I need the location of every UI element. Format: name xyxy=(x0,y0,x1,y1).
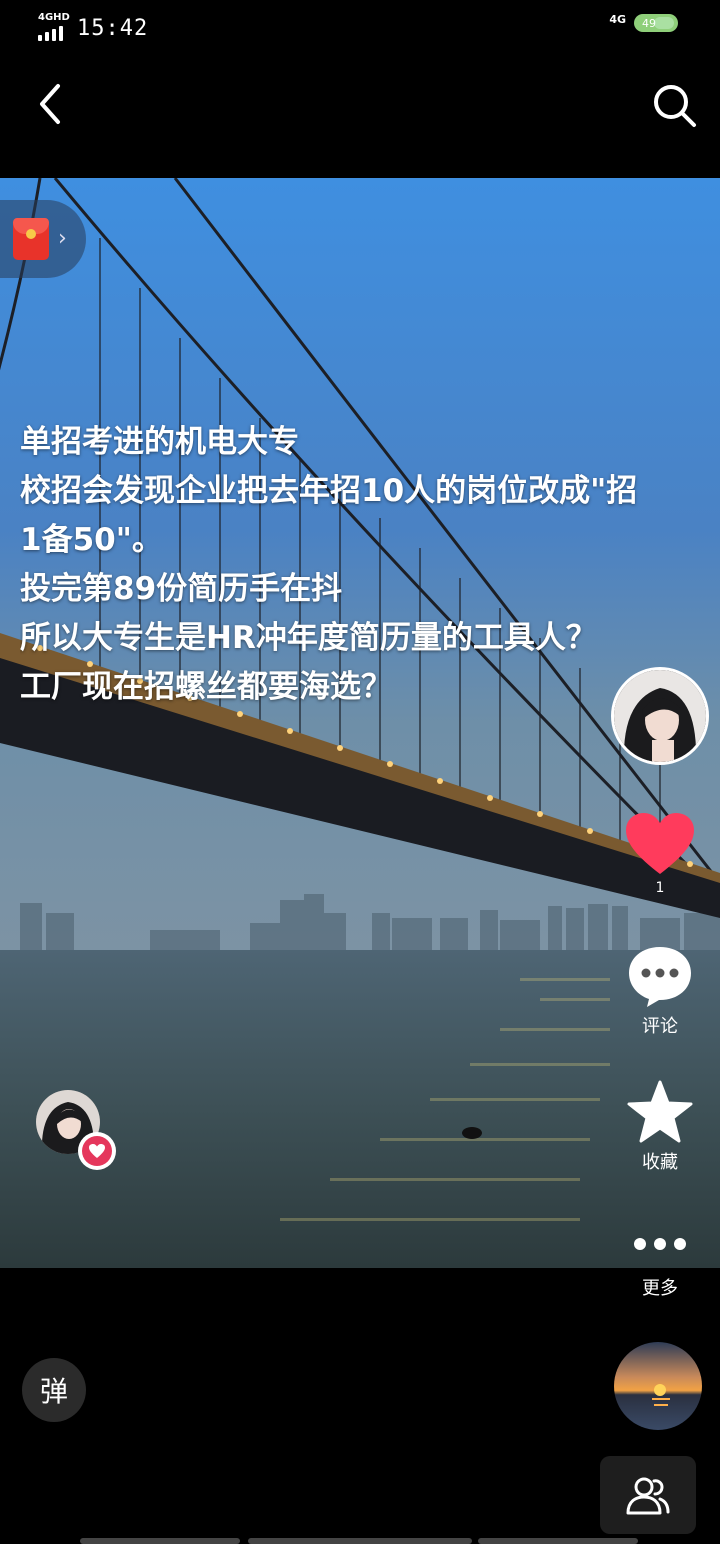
status-left: 4GHD 15:42 xyxy=(38,12,148,41)
friends-button[interactable] xyxy=(600,1456,696,1534)
caption-line: 校招会发现企业把去年招10人的岗位改成"招 xyxy=(20,473,638,509)
danmaku-toggle-button[interactable]: 弹 xyxy=(22,1358,86,1422)
heart-icon xyxy=(89,1144,105,1158)
avatar-image xyxy=(614,670,706,762)
danmaku-label: 弹 xyxy=(39,1375,68,1408)
signal-icon xyxy=(38,26,63,41)
more-button[interactable]: 更多 xyxy=(620,1230,700,1300)
caption-line: 单招考进的机电大专 xyxy=(20,424,299,460)
music-disc[interactable] xyxy=(614,1342,702,1430)
like-button[interactable]: 1 xyxy=(620,812,700,896)
status-bar: 4GHD 15:42 4G 49 xyxy=(0,0,720,56)
people-icon xyxy=(626,1477,670,1515)
comment-label: 评论 xyxy=(642,1016,678,1037)
progress-track[interactable] xyxy=(248,1538,472,1544)
caption-line: 1备50"。 xyxy=(20,522,163,558)
author-avatar[interactable] xyxy=(611,667,709,765)
collect-button[interactable]: 收藏 xyxy=(620,1080,700,1174)
collect-label: 收藏 xyxy=(642,1152,678,1173)
heart-icon xyxy=(626,813,694,874)
top-nav xyxy=(0,56,720,176)
more-label: 更多 xyxy=(642,1278,678,1299)
red-packet-icon xyxy=(13,218,49,260)
back-button[interactable] xyxy=(30,76,74,132)
comment-bubble-icon xyxy=(629,947,691,1007)
chevron-right-icon: › xyxy=(58,226,67,251)
search-icon xyxy=(654,85,696,127)
caption-line: 所以大专生是HR冲年度简历量的工具人？ xyxy=(20,620,597,656)
comment-button[interactable]: 评论 xyxy=(620,944,700,1038)
like-count: 1 xyxy=(655,880,665,896)
video-caption: 单招考进的机电大专 校招会发现企业把去年招10人的岗位改成"招 1备50"。 投… xyxy=(20,418,720,712)
search-button[interactable] xyxy=(650,78,700,132)
clock: 15:42 xyxy=(77,16,149,41)
battery-icon: 49 xyxy=(634,14,678,32)
caption-line: 投完第89份简历手在抖 xyxy=(20,571,343,607)
star-icon xyxy=(627,1080,693,1143)
status-right: 4G 49 xyxy=(609,12,678,32)
progress-track[interactable] xyxy=(80,1538,240,1544)
progress-track[interactable] xyxy=(478,1538,638,1544)
chevron-left-icon xyxy=(40,84,60,124)
battery-level: 49 xyxy=(642,16,656,30)
red-packet-button[interactable]: › xyxy=(0,200,86,278)
like-badge xyxy=(78,1132,116,1170)
network-label: 4GHD xyxy=(38,12,70,23)
network-type: 4G xyxy=(609,12,626,26)
sunset-thumbnail-icon xyxy=(614,1342,702,1430)
more-dots-icon xyxy=(620,1230,700,1258)
